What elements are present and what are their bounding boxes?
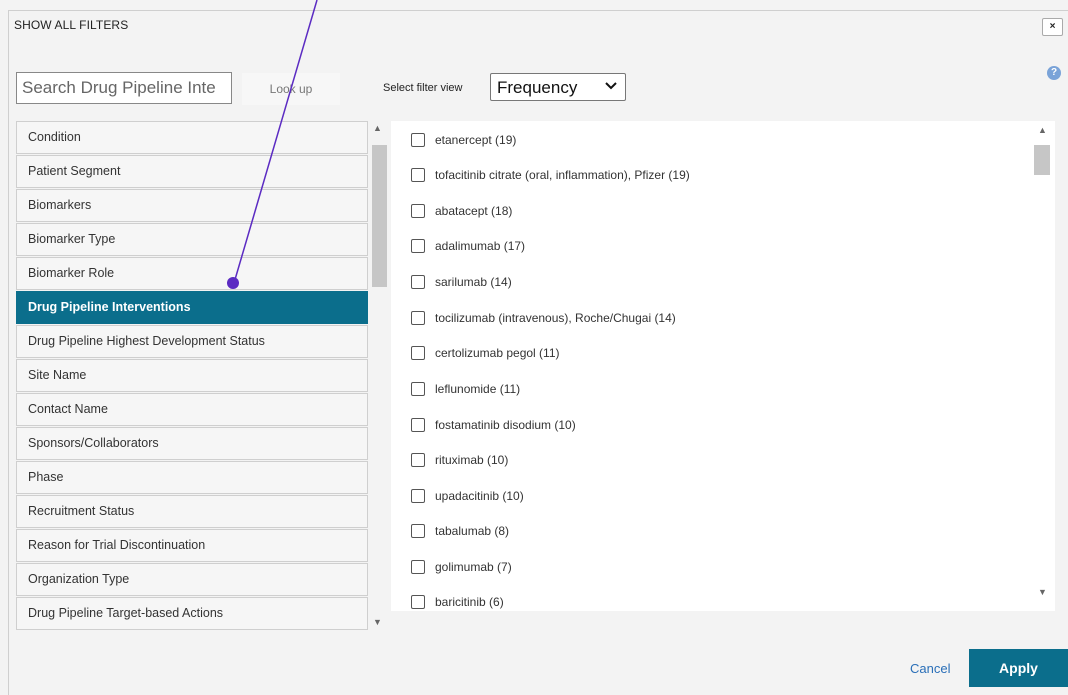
filter-view-value: Frequency (497, 78, 578, 97)
option-item[interactable]: adalimumab (17) (411, 236, 525, 256)
category-item-site-name[interactable]: Site Name (16, 359, 368, 392)
option-label: fostamatinib disodium (10) (435, 418, 576, 432)
option-item[interactable]: fostamatinib disodium (10) (411, 415, 576, 435)
checkbox[interactable] (411, 452, 425, 467)
category-item-discontinuation-reason[interactable]: Reason for Trial Discontinuation (16, 529, 368, 562)
option-label: adalimumab (17) (435, 239, 526, 253)
option-label: etanercept (19) (435, 133, 517, 147)
category-item-phase[interactable]: Phase (16, 461, 368, 494)
category-item-biomarkers[interactable]: Biomarkers (16, 189, 368, 222)
scroll-down-icon[interactable]: ▼ (1038, 587, 1047, 597)
help-icon[interactable]: ? (1047, 66, 1061, 80)
category-item-biomarker-role[interactable]: Biomarker Role (16, 257, 368, 290)
close-icon: × (1049, 21, 1056, 32)
category-item-biomarker-type[interactable]: Biomarker Type (16, 223, 368, 256)
option-item[interactable]: certolizumab pegol (11) (411, 343, 560, 363)
checkbox[interactable] (411, 417, 425, 432)
option-item[interactable]: upadacitinib (10) (411, 486, 524, 506)
option-label: rituximab (10) (435, 453, 509, 467)
scroll-up-icon[interactable]: ▲ (1038, 125, 1047, 135)
category-item-target-based-actions[interactable]: Drug Pipeline Target-based Actions (16, 597, 368, 630)
option-item[interactable]: tocilizumab (intravenous), Roche/Chugai … (411, 308, 676, 328)
option-label: certolizumab pegol (11) (435, 346, 560, 360)
scroll-up-icon[interactable]: ▲ (373, 123, 382, 133)
checkbox[interactable] (411, 523, 425, 538)
category-item-drug-pipeline-interventions[interactable]: Drug Pipeline Interventions (16, 291, 368, 324)
scroll-down-icon[interactable]: ▼ (373, 617, 382, 627)
option-item[interactable]: tabalumab (8) (411, 521, 509, 541)
checkbox[interactable] (411, 238, 425, 253)
checkbox[interactable] (411, 594, 425, 609)
category-item-patient-segment[interactable]: Patient Segment (16, 155, 368, 188)
category-item-contact-name[interactable]: Contact Name (16, 393, 368, 426)
option-label: tocilizumab (intravenous), Roche/Chugai … (435, 311, 676, 325)
chevron-down-icon (605, 80, 617, 94)
option-item[interactable]: sarilumab (14) (411, 272, 512, 292)
checkbox[interactable] (411, 381, 425, 396)
option-label: upadacitinib (10) (435, 489, 524, 503)
option-item[interactable]: abatacept (18) (411, 201, 512, 221)
category-scroll-thumb[interactable] (372, 145, 387, 287)
options-scrollbar[interactable]: ▲ ▼ (1033, 121, 1053, 611)
category-item-condition[interactable]: Condition (16, 121, 368, 154)
checkbox[interactable] (411, 488, 425, 503)
category-item-recruitment-status[interactable]: Recruitment Status (16, 495, 368, 528)
search-input[interactable] (16, 72, 232, 104)
option-item[interactable]: rituximab (10) (411, 450, 508, 470)
category-item-highest-development-status[interactable]: Drug Pipeline Highest Development Status (16, 325, 368, 358)
category-item-organization-type[interactable]: Organization Type (16, 563, 368, 596)
option-item[interactable]: baricitinib (6) (411, 592, 504, 611)
lookup-button[interactable]: Look up (242, 73, 340, 105)
checkbox[interactable] (411, 132, 425, 147)
option-item[interactable]: leflunomide (11) (411, 379, 520, 399)
option-label: golimumab (7) (435, 560, 512, 574)
checkbox[interactable] (411, 274, 425, 289)
close-button[interactable]: × (1042, 18, 1063, 36)
option-item[interactable]: tofacitinib citrate (oral, inflammation)… (411, 165, 690, 185)
checkbox[interactable] (411, 345, 425, 360)
option-label: tofacitinib citrate (oral, inflammation)… (435, 168, 690, 182)
filter-view-select[interactable]: Frequency (490, 73, 626, 101)
option-label: sarilumab (14) (435, 275, 512, 289)
filter-view-label: Select filter view (383, 82, 463, 94)
options-scroll-thumb[interactable] (1034, 145, 1050, 175)
option-label: abatacept (18) (435, 204, 513, 218)
option-item[interactable]: golimumab (7) (411, 557, 512, 577)
cancel-button[interactable]: Cancel (910, 661, 950, 676)
apply-button[interactable]: Apply (969, 649, 1068, 687)
option-item[interactable]: etanercept (19) (411, 130, 516, 150)
option-label: leflunomide (11) (435, 382, 521, 396)
category-list: Condition Patient Segment Biomarkers Bio… (16, 121, 368, 631)
option-label: baricitinib (6) (435, 595, 504, 609)
checkbox[interactable] (411, 559, 425, 574)
checkbox[interactable] (411, 203, 425, 218)
category-scrollbar[interactable]: ▲ ▼ (370, 121, 388, 633)
category-item-sponsors[interactable]: Sponsors/Collaborators (16, 427, 368, 460)
dialog-title: SHOW ALL FILTERS (14, 18, 129, 32)
checkbox[interactable] (411, 167, 425, 182)
checkbox[interactable] (411, 310, 425, 325)
option-label: tabalumab (8) (435, 524, 510, 538)
options-panel: etanercept (19) tofacitinib citrate (ora… (391, 121, 1055, 611)
